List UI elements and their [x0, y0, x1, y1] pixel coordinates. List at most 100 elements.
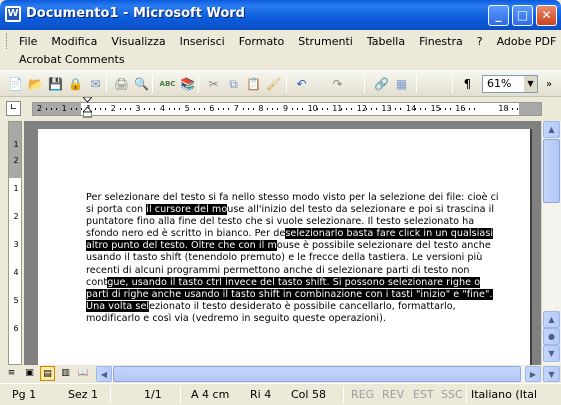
- paste-icon[interactable]: 📋: [244, 75, 263, 93]
- select-browse-object-icon[interactable]: ●: [543, 328, 560, 345]
- ruler-minor-tick: [321, 108, 323, 110]
- format-painter-icon[interactable]: 🖌: [264, 75, 283, 93]
- chevron-down-icon[interactable]: ▼: [524, 76, 537, 92]
- zoom-combobox[interactable]: 61% ▼: [482, 75, 538, 93]
- ruler-minor-tick: [400, 108, 402, 110]
- print-preview-icon[interactable]: 🔍: [132, 75, 151, 93]
- scroll-right-icon[interactable]: ▶: [525, 366, 541, 382]
- menu-item-formato[interactable]: Formato: [232, 33, 292, 51]
- reading-layout-view-button[interactable]: 📖: [76, 366, 91, 381]
- horizontal-ruler[interactable]: 211234567891011121314151618: [32, 102, 542, 116]
- status-rec[interactable]: REG: [351, 388, 374, 401]
- vertical-ruler-tick-label: 4: [13, 268, 19, 277]
- ruler-minor-tick: [365, 108, 367, 110]
- menu-item-strumenti[interactable]: Strumenti: [291, 33, 360, 51]
- standard-toolbar: 61% ▼ » 📄 📂 💾 🔒 ✉ 🖨 🔍 ABC 📚 ✂ ⧉ 📋 🖌 ↶ ↷ 🔗 ▦ ¶: [0, 70, 561, 97]
- document-body[interactable]: Per selezionare del testo si fa nello st…: [86, 192, 504, 325]
- ruler-minor-tick: [341, 108, 343, 110]
- previous-page-icon[interactable]: ▲: [543, 311, 560, 328]
- cut-icon[interactable]: ✂: [204, 75, 223, 93]
- ruler-tick-label: 7: [233, 104, 239, 113]
- redo-icon[interactable]: ↷: [328, 75, 347, 93]
- vertical-ruler[interactable]: 1 2 1 2 3 4 5 6: [8, 121, 22, 365]
- status-pages: 1/1: [144, 388, 162, 401]
- ruler-minor-tick: [395, 108, 397, 110]
- print-layout-view-button[interactable]: ▤: [40, 366, 55, 381]
- menu-acrobat-comments[interactable]: Acrobat Comments: [12, 53, 132, 66]
- ruler-minor-tick: [512, 108, 514, 110]
- status-ovr[interactable]: SSC: [441, 388, 463, 401]
- vertical-scrollbar[interactable]: ▲ ▲ ● ▼: [541, 121, 561, 365]
- status-trk[interactable]: REV: [382, 388, 404, 401]
- tab-selector-icon[interactable]: ∟: [6, 101, 21, 116]
- permission-icon[interactable]: 🔒: [66, 75, 85, 93]
- word-app-icon[interactable]: W: [5, 6, 21, 22]
- menu-grip[interactable]: [6, 33, 9, 49]
- menu-item-modifica[interactable]: Modifica: [44, 33, 104, 51]
- save-icon[interactable]: 💾: [46, 75, 65, 93]
- research-icon[interactable]: 📚: [178, 75, 197, 93]
- menu-item-tabella[interactable]: Tabella: [360, 33, 412, 51]
- status-ext[interactable]: EST: [413, 388, 434, 401]
- menu-item-file[interactable]: File: [12, 33, 44, 51]
- menu-item-adobe-pdf[interactable]: Adobe PDF: [490, 33, 561, 51]
- status-language[interactable]: Italiano (Ital: [471, 388, 537, 401]
- ruler-minor-tick: [326, 108, 328, 110]
- ruler-minor-tick: [252, 108, 254, 110]
- ruler-minor-tick: [223, 108, 225, 110]
- ruler-minor-tick: [124, 108, 126, 110]
- horizontal-scrollbar[interactable]: ◀ ▶: [96, 366, 542, 382]
- toolbar-separator: [452, 75, 453, 93]
- next-page-icon[interactable]: ▼: [543, 345, 560, 362]
- table-icon[interactable]: ▦: [392, 75, 411, 93]
- minimize-button[interactable]: _: [488, 5, 509, 26]
- vertical-ruler-tick-label: 3: [13, 240, 19, 249]
- normal-view-button[interactable]: ≡: [4, 366, 19, 381]
- show-formatting-icon[interactable]: ¶: [458, 75, 477, 93]
- ruler-minor-tick: [297, 108, 298, 110]
- spelling-icon[interactable]: ABC: [158, 75, 177, 93]
- outline-view-button[interactable]: ▥: [58, 366, 73, 381]
- toolbar-overflow-button[interactable]: »: [540, 75, 558, 93]
- selected-text[interactable]: il cursore del mo: [146, 204, 228, 216]
- scroll-up-icon[interactable]: ▲: [543, 121, 560, 138]
- status-page[interactable]: Pg 1: [12, 388, 36, 401]
- undo-icon[interactable]: ↶: [292, 75, 311, 93]
- menu-item-finestra[interactable]: Finestra: [412, 33, 470, 51]
- ruler-tick-label: 9: [283, 104, 289, 113]
- ruler-minor-tick: [179, 108, 180, 110]
- ruler-minor-tick: [292, 108, 293, 110]
- ruler-tick-label: 1: [61, 104, 67, 113]
- menu-item-visualizza[interactable]: Visualizza: [104, 33, 172, 51]
- menu-bar: File Modifica Visualizza Inserisci Formato St…: [0, 30, 561, 70]
- email-icon[interactable]: ✉: [86, 75, 105, 93]
- document-area[interactable]: Per selezionare del testo si fa nello st…: [24, 121, 541, 365]
- status-section: Sez 1: [68, 388, 99, 401]
- open-icon[interactable]: 📂: [26, 75, 45, 93]
- ruler-minor-tick: [46, 108, 47, 110]
- vertical-ruler-tick-label: 2: [13, 156, 19, 165]
- toolbar-separator: [364, 75, 365, 93]
- document-page[interactable]: Per selezionare del testo si fa nello st…: [38, 129, 532, 365]
- scroll-down-icon[interactable]: ▼: [543, 366, 560, 382]
- toolbar-separator: [416, 75, 417, 93]
- indent-marker-icon[interactable]: [83, 97, 92, 119]
- web-layout-view-button[interactable]: ▣: [22, 366, 37, 381]
- scroll-thumb[interactable]: [543, 139, 560, 203]
- ruler-minor-tick: [80, 108, 82, 110]
- maximize-button[interactable]: □: [512, 5, 533, 26]
- scroll-left-icon[interactable]: ◀: [96, 366, 112, 382]
- print-icon[interactable]: 🖨: [112, 75, 131, 93]
- title-bar[interactable]: W Documento1 - Microsoft Word _ □ ✕: [0, 0, 561, 30]
- hyperlink-icon[interactable]: 🔗: [372, 75, 391, 93]
- close-button[interactable]: ✕: [536, 5, 557, 26]
- ruler-minor-tick: [75, 108, 77, 110]
- menu-item-inserisci[interactable]: Inserisci: [173, 33, 232, 51]
- horizontal-scroll-thumb[interactable]: [113, 366, 521, 382]
- menu-item-help[interactable]: ?: [470, 33, 490, 51]
- new-document-icon[interactable]: 📄: [6, 75, 25, 93]
- ruler-minor-tick: [56, 108, 57, 110]
- copy-icon[interactable]: ⧉: [224, 75, 243, 93]
- vertical-ruler-tick-label: 1: [13, 140, 19, 149]
- ruler-minor-tick: [474, 108, 476, 110]
